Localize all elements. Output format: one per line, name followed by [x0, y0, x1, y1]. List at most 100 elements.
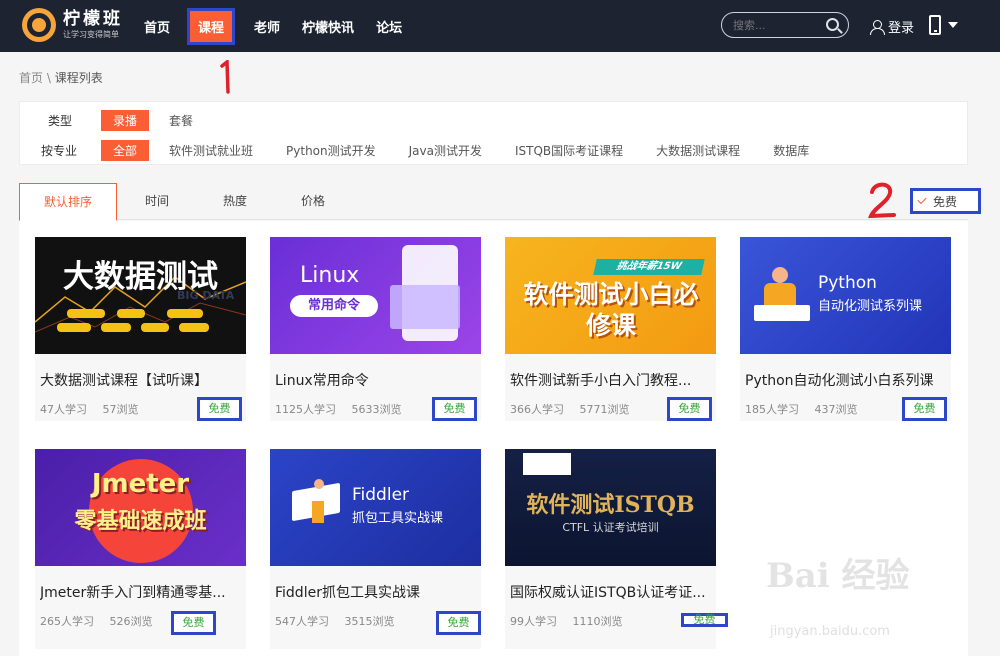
- site-logo[interactable]: 柠檬班 让学习变得简单: [22, 8, 123, 42]
- free-badge: 免费: [436, 611, 481, 635]
- thumb-title: Fiddler: [352, 485, 410, 505]
- course-thumbnail[interactable]: 大数据测试 BIG DATA: [35, 237, 246, 354]
- sort-tab-popularity[interactable]: 热度: [215, 183, 255, 220]
- course-title[interactable]: Fiddler抓包工具实战课: [275, 582, 475, 602]
- filter-panel: 类型 录播 套餐 按专业 全部 软件测试就业班 Python测试开发 Java测…: [19, 101, 968, 165]
- nav-courses[interactable]: 课程: [187, 7, 236, 45]
- mobile-icon[interactable]: [929, 15, 941, 35]
- course-card[interactable]: Fiddler 抓包工具实战课 Fiddler抓包工具实战课 547人学习 35…: [270, 449, 481, 649]
- thumb-title: 软件测试小白必修课: [523, 280, 699, 340]
- lemon-logo-icon: [22, 8, 56, 42]
- filter-option-database[interactable]: 数据库: [773, 140, 809, 161]
- filter-major-label: 按专业: [41, 144, 78, 158]
- sort-tab-time[interactable]: 时间: [137, 183, 177, 220]
- thumb-title: Linux: [300, 263, 360, 288]
- view-count: 1110浏览: [572, 615, 623, 628]
- nav-home[interactable]: 首页: [144, 17, 170, 36]
- thumb-subtitle: 抓包工具实战课: [352, 511, 444, 526]
- view-count: 57浏览: [102, 403, 139, 416]
- search-icon[interactable]: [826, 18, 839, 31]
- free-badge: 免费: [681, 613, 728, 627]
- login-link[interactable]: 登录: [870, 17, 914, 36]
- course-thumbnail[interactable]: Jmeter 零基础速成班: [35, 449, 246, 566]
- filter-option-employment[interactable]: 软件测试就业班: [169, 140, 253, 161]
- thumb-title: 软件测试ISTQB: [526, 492, 695, 518]
- learner-count: 99人学习: [510, 615, 557, 628]
- course-title[interactable]: Linux常用命令: [275, 370, 475, 390]
- istqb-logo: [523, 453, 571, 475]
- filter-row-type: 类型 录播 套餐: [20, 110, 226, 131]
- course-thumbnail[interactable]: Linux 常用命令: [270, 237, 481, 354]
- check-icon: [917, 194, 927, 205]
- course-title[interactable]: Python自动化测试小白系列课: [745, 370, 945, 390]
- logo-name: 柠檬班: [63, 9, 123, 29]
- course-card[interactable]: Linux 常用命令 Linux常用命令 1125人学习 5633浏览 免费: [270, 237, 481, 421]
- user-icon: [870, 19, 885, 35]
- free-badge: 免费: [667, 397, 712, 421]
- course-title[interactable]: 国际权威认证ISTQB认证考证...: [510, 582, 710, 602]
- thumb-subtitle: 常用命令: [290, 295, 378, 317]
- search-input[interactable]: [733, 18, 825, 32]
- top-header: 柠檬班 让学习变得简单 首页 课程 老师 柠檬快讯 论坛 登录: [0, 0, 1000, 52]
- learner-count: 366人学习: [510, 403, 564, 416]
- learner-count: 1125人学习: [275, 403, 336, 416]
- view-count: 5633浏览: [351, 403, 402, 416]
- chevron-down-icon[interactable]: [948, 22, 958, 28]
- filter-option-package[interactable]: 套餐: [169, 110, 193, 131]
- filter-option-python[interactable]: Python测试开发: [286, 140, 376, 161]
- free-badge: 免费: [902, 397, 947, 421]
- filter-option-recorded[interactable]: 录播: [101, 110, 150, 131]
- free-filter-checkbox[interactable]: 免费: [910, 188, 981, 214]
- filter-option-java[interactable]: Java测试开发: [409, 140, 482, 161]
- course-thumbnail[interactable]: 挑战年薪15W 软件测试小白必修课: [505, 237, 716, 354]
- filter-option-istqb[interactable]: ISTQB国际考证课程: [515, 140, 623, 161]
- course-card[interactable]: 大数据测试 BIG DATA 大数据测试课程【试听课】 47人学习 57浏览 免…: [35, 237, 246, 421]
- course-card[interactable]: 软件测试ISTQB CTFL 认证考试培训 国际权威认证ISTQB认证考证...…: [505, 449, 728, 649]
- book-person-illustration: [288, 479, 344, 523]
- course-title[interactable]: 软件测试新手小白入门教程...: [510, 370, 710, 390]
- view-count: 526浏览: [109, 615, 153, 628]
- course-card[interactable]: Python 自动化测试系列课 Python自动化测试小白系列课 185人学习 …: [740, 237, 951, 421]
- breadcrumb-separator: \: [46, 71, 51, 85]
- thumb-title: Jmeter: [91, 469, 190, 499]
- watermark-url: jingyan.baidu.com: [770, 624, 890, 639]
- sort-tab-price[interactable]: 价格: [293, 183, 333, 220]
- login-label: 登录: [888, 21, 915, 36]
- annotation-number-2: [868, 182, 896, 219]
- learner-count: 47人学习: [40, 403, 87, 416]
- view-count: 5771浏览: [579, 403, 630, 416]
- baidu-watermark: Bai 经验: [766, 556, 910, 596]
- course-thumbnail[interactable]: Fiddler 抓包工具实战课: [270, 449, 481, 566]
- sort-tab-default[interactable]: 默认排序: [19, 183, 117, 221]
- course-title[interactable]: 大数据测试课程【试听课】: [40, 370, 240, 390]
- breadcrumb-home[interactable]: 首页: [19, 71, 43, 85]
- free-filter-label: 免费: [933, 194, 958, 209]
- thumb-subtitle: 零基础速成班: [74, 509, 207, 534]
- course-card[interactable]: 挑战年薪15W 软件测试小白必修课 软件测试新手小白入门教程... 366人学习…: [505, 237, 716, 421]
- view-count: 3515浏览: [344, 615, 395, 628]
- thumb-title: Python: [818, 273, 877, 293]
- thumb-subtitle: BIG DATA: [177, 289, 235, 302]
- nav-teachers[interactable]: 老师: [254, 17, 280, 36]
- breadcrumb: 首页 \ 课程列表: [19, 69, 103, 86]
- sort-bar: 默认排序 时间 热度 价格 免费: [19, 183, 981, 221]
- tag-cloud-decoration: [57, 309, 227, 341]
- filter-type-label: 类型: [48, 114, 73, 128]
- nav-forum[interactable]: 论坛: [376, 17, 402, 36]
- logo-slogan: 让学习变得简单: [63, 30, 119, 39]
- breadcrumb-current: 课程列表: [54, 71, 103, 85]
- course-thumbnail[interactable]: Python 自动化测试系列课: [740, 237, 951, 354]
- annotation-number-1: [220, 60, 230, 94]
- learner-count: 265人学习: [40, 615, 94, 628]
- filter-option-all[interactable]: 全部: [101, 140, 150, 161]
- filter-row-major: 按专业 全部 软件测试就业班 Python测试开发 Java测试开发 ISTQB…: [20, 140, 842, 161]
- course-thumbnail[interactable]: 软件测试ISTQB CTFL 认证考试培训: [505, 449, 716, 566]
- course-card[interactable]: Jmeter 零基础速成班 Jmeter新手入门到精通零基... 265人学习 …: [35, 449, 246, 649]
- filter-option-bigdata[interactable]: 大数据测试课程: [656, 140, 740, 161]
- free-badge: 免费: [432, 397, 477, 421]
- thumb-subtitle: 自动化测试系列课: [818, 299, 923, 314]
- search-box: [721, 12, 849, 38]
- chart-card-illustration: [390, 285, 460, 329]
- course-title[interactable]: Jmeter新手入门到精通零基...: [40, 582, 240, 602]
- nav-news[interactable]: 柠檬快讯: [302, 17, 354, 36]
